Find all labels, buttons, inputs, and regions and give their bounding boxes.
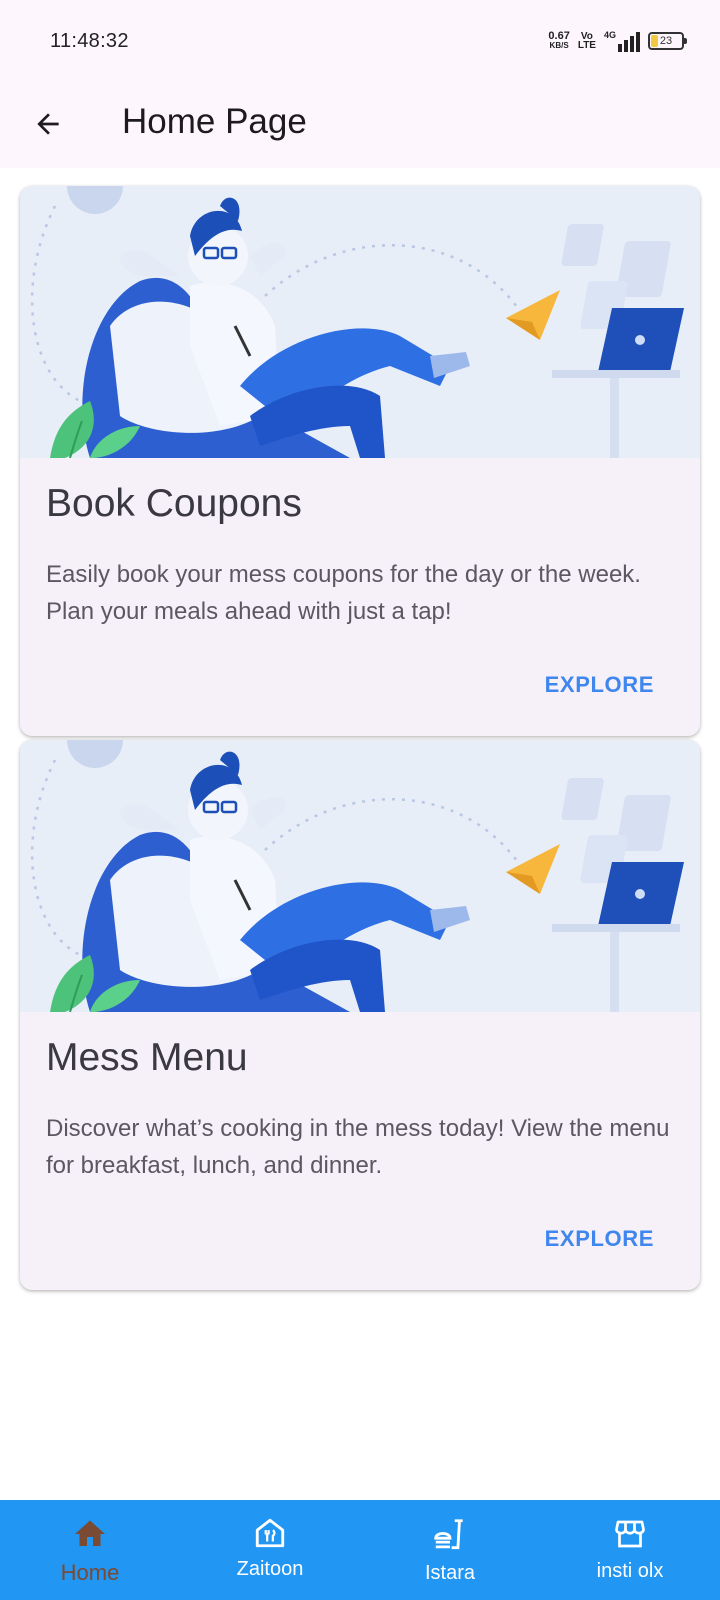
book-coupons-card[interactable]: Book Coupons Easily book your mess coupo… — [20, 186, 700, 736]
mess-menu-card[interactable]: Mess Menu Discover what’s cooking in the… — [20, 740, 700, 1290]
signal-bar — [624, 40, 628, 52]
nav-item-zaitoon[interactable]: Zaitoon — [180, 1500, 360, 1600]
nav-item-istara[interactable]: Istara — [360, 1500, 540, 1600]
signal-bar — [630, 36, 634, 52]
restaurant-icon — [255, 1518, 285, 1548]
nav-label: Istara — [424, 1562, 476, 1584]
nav-item-home[interactable]: Home — [0, 1500, 180, 1600]
status-bar: 11:48:32 0.67 KB/S Vo LTE 4G 23 — [0, 0, 720, 84]
nav-label: Zaitoon — [236, 1558, 304, 1580]
signal-bar — [636, 32, 640, 52]
bottom-navigation: Home Zaitoon Istara insti olx — [0, 1500, 720, 1600]
page-title: Home Page — [122, 102, 307, 141]
battery-level — [651, 35, 658, 47]
nav-label: insti olx — [596, 1560, 664, 1582]
arrow-left-icon — [37, 113, 59, 135]
card-description: Easily book your mess coupons for the da… — [46, 561, 641, 625]
signal-bar — [618, 44, 622, 52]
signal-icon: 4G — [604, 30, 640, 52]
app-bar: Home Page — [0, 84, 720, 168]
card-title: Mess Menu — [46, 1036, 248, 1079]
store-icon — [615, 1520, 645, 1548]
back-button[interactable] — [22, 98, 74, 150]
relaxing-man-illustration — [20, 186, 700, 458]
status-icons: 0.67 KB/S Vo LTE 4G 23 — [548, 28, 687, 54]
battery-icon: 23 — [648, 32, 687, 50]
nav-item-insti-olx[interactable]: insti olx — [540, 1500, 720, 1600]
card-title: Book Coupons — [46, 482, 302, 525]
explore-button[interactable]: EXPLORE — [545, 672, 654, 698]
battery-percent: 23 — [659, 35, 673, 47]
volte-icon: Vo LTE — [577, 32, 596, 51]
card-description: Discover what’s cooking in the mess toda… — [46, 1115, 670, 1179]
net-speed-value: 0.67 — [548, 30, 570, 42]
relaxing-man-illustration — [20, 740, 700, 1012]
fastfood-icon — [434, 1519, 463, 1550]
status-time: 11:48:32 — [50, 30, 129, 52]
explore-button[interactable]: EXPLORE — [545, 1226, 654, 1252]
network-type: 4G — [603, 30, 616, 40]
nav-label: Home — [60, 1560, 120, 1585]
net-speed-indicator: 0.67 KB/S — [548, 31, 569, 51]
volte-bottom: LTE — [577, 40, 596, 51]
net-speed-unit: KB/S — [549, 41, 569, 50]
battery-nub — [684, 38, 687, 44]
home-icon — [75, 1520, 105, 1546]
